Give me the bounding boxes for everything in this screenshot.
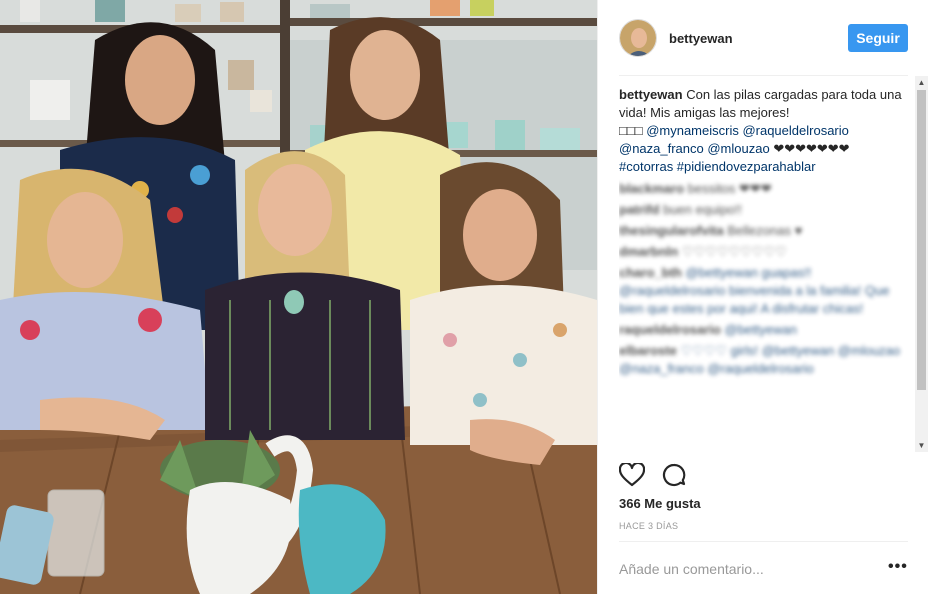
comment-item: blackmaro bessitos ❤❤❤ xyxy=(619,180,909,198)
caption-username[interactable]: bettyewan xyxy=(619,87,683,102)
comment-item: elbaroste ♡♡♡♡ girls! @bettyewan @mlouza… xyxy=(619,342,909,378)
comment-item: charo_bth @bettyewan guapas!! @raqueldel… xyxy=(619,264,909,318)
comment-username[interactable]: dmarbnln xyxy=(619,244,678,259)
comment-text: buen equipo!! xyxy=(663,202,742,217)
comment-item: thesingularofvita Bellezonas ♥ xyxy=(619,222,909,240)
post-timestamp: HACE 3 DÍAS xyxy=(619,521,679,531)
comment-input[interactable] xyxy=(619,558,859,580)
heart-icon[interactable] xyxy=(618,461,646,492)
comment-username[interactable]: thesingularofvita xyxy=(619,223,724,238)
comment-username[interactable]: patrifd xyxy=(619,202,659,217)
comment-text: @bettyewan xyxy=(724,322,797,337)
comment-bubble-icon[interactable] xyxy=(661,463,687,492)
more-options-icon[interactable]: ••• xyxy=(888,559,908,575)
comment-text: ♡♡♡♡♡♡♡♡♡ xyxy=(681,244,787,259)
comment-item: patrifd buen equipo!! xyxy=(619,201,909,219)
comments-scrollbar[interactable]: ▲ ▼ xyxy=(915,76,928,452)
post-header: bettyewan Seguir xyxy=(619,16,908,60)
avatar-image xyxy=(620,20,656,56)
comments-list[interactable]: bettyewan Con las pilas cargadas para to… xyxy=(619,86,909,450)
likes-count[interactable]: 366 Me gusta xyxy=(619,496,701,511)
post-actions xyxy=(618,461,687,492)
comment-username[interactable]: charo_bth xyxy=(619,265,682,280)
avatar[interactable] xyxy=(619,19,657,57)
comment-username[interactable]: blackmaro xyxy=(619,181,684,196)
post-photo-illustration xyxy=(0,0,597,594)
header-username[interactable]: bettyewan xyxy=(669,31,733,46)
follow-button[interactable]: Seguir xyxy=(848,24,908,52)
comment-text: Bellezonas ♥ xyxy=(727,223,803,238)
comment-username[interactable]: elbaroste xyxy=(619,343,677,358)
post-photo[interactable] xyxy=(0,0,597,594)
comment-username[interactable]: raqueldelrosario xyxy=(619,322,721,337)
caption-hearts: ❤❤❤❤❤❤❤ xyxy=(773,141,850,156)
caption-squares: □□□ xyxy=(619,123,643,138)
post-caption: bettyewan Con las pilas cargadas para to… xyxy=(619,86,909,176)
scroll-up-icon[interactable]: ▲ xyxy=(915,76,928,89)
comment-item: raqueldelrosario @bettyewan xyxy=(619,321,909,339)
comment-text: bessitos ❤❤❤ xyxy=(687,181,772,196)
comment-divider xyxy=(619,541,908,542)
comment-item: dmarbnln ♡♡♡♡♡♡♡♡♡ xyxy=(619,243,909,261)
scroll-down-icon[interactable]: ▼ xyxy=(915,439,928,452)
scrollbar-thumb[interactable] xyxy=(917,90,926,390)
caption-hashtags[interactable]: #cotorras #pidiendovezparahablar xyxy=(619,159,816,174)
header-divider xyxy=(619,75,908,76)
